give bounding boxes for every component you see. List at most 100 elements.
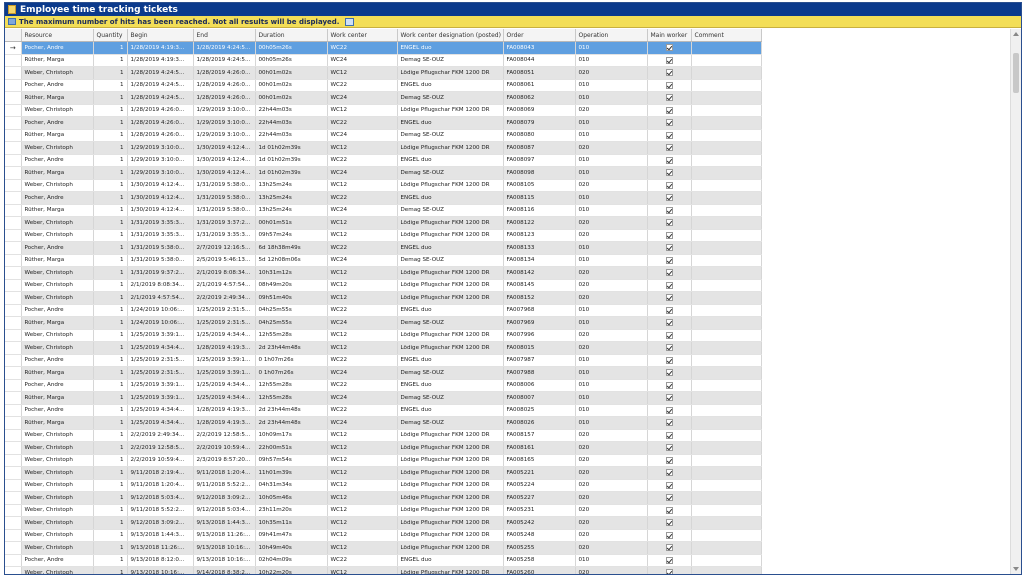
main-worker-checkbox[interactable] [665, 306, 673, 314]
cell-quantity[interactable]: 1 [93, 166, 128, 180]
cell-comment[interactable] [691, 316, 762, 330]
cell-quantity[interactable]: 1 [93, 179, 128, 192]
cell-order[interactable]: FA008080 [503, 129, 576, 142]
cell-begin[interactable]: 2/2/2019 12:58:5... [127, 441, 194, 455]
cell-quantity[interactable]: 1 [93, 541, 128, 555]
cell-resource[interactable]: Weber, Christoph [21, 141, 94, 155]
cell-resource[interactable]: Weber, Christoph [21, 229, 94, 242]
cell-designation[interactable]: Demag SE-OUZ [397, 366, 504, 380]
cell-designation[interactable]: ENGEL duo [397, 379, 504, 392]
row-indicator[interactable] [5, 179, 22, 192]
row-indicator[interactable] [5, 504, 22, 517]
cell-order[interactable]: FA005255 [503, 541, 576, 555]
main-worker-checkbox[interactable] [665, 369, 673, 377]
cell-designation[interactable]: Lödige Pflugschar FKM 1200 DR [397, 466, 504, 480]
cell-operation[interactable]: 010 [575, 91, 648, 105]
cell-comment[interactable] [691, 341, 762, 355]
cell-operation[interactable]: 010 [575, 79, 648, 92]
cell-duration[interactable]: 12h55m28s [255, 329, 328, 342]
cell-end[interactable]: 1/29/2019 3:10:0... [193, 116, 256, 130]
cell-work-center[interactable]: WC24 [327, 254, 398, 267]
cell-resource[interactable]: Pocher, Andre [21, 241, 94, 255]
cell-begin[interactable]: 9/13/2018 8:12:0... [127, 554, 194, 567]
cell-order[interactable]: FA007987 [503, 354, 576, 367]
cell-quantity[interactable]: 1 [93, 366, 128, 380]
cell-begin[interactable]: 2/1/2019 4:57:54... [127, 291, 194, 305]
cell-resource[interactable]: Weber, Christoph [21, 429, 94, 442]
main-worker-checkbox[interactable] [665, 569, 673, 574]
cell-duration[interactable]: 10h49m40s [255, 541, 328, 555]
cell-begin[interactable]: 9/11/2018 5:52:2... [127, 504, 194, 517]
cell-comment[interactable] [691, 79, 762, 92]
cell-designation[interactable]: Lödige Pflugschar FKM 1200 DR [397, 516, 504, 530]
cell-begin[interactable]: 1/31/2019 3:35:3... [127, 229, 194, 242]
cell-quantity[interactable]: 1 [93, 341, 128, 355]
cell-begin[interactable]: 1/30/2019 4:12:4... [127, 204, 194, 217]
cell-duration[interactable]: 00h01m02s [255, 91, 328, 105]
main-worker-checkbox[interactable] [665, 69, 673, 77]
main-worker-checkbox[interactable] [665, 94, 673, 102]
cell-end[interactable]: 1/31/2019 5:38:0... [193, 179, 256, 192]
cell-work-center[interactable]: WC22 [327, 379, 398, 392]
cell-resource[interactable]: Weber, Christoph [21, 341, 94, 355]
cell-quantity[interactable]: 1 [93, 141, 128, 155]
cell-resource[interactable]: Weber, Christoph [21, 279, 94, 292]
cell-begin[interactable]: 2/2/2019 10:59:4... [127, 454, 194, 467]
cell-comment[interactable] [691, 66, 762, 80]
cell-begin[interactable]: 9/12/2018 3:09:2... [127, 516, 194, 530]
cell-resource[interactable]: Weber, Christoph [21, 541, 94, 555]
cell-work-center[interactable]: WC12 [327, 466, 398, 480]
cell-designation[interactable]: Lödige Pflugschar FKM 1200 DR [397, 454, 504, 467]
cell-resource[interactable]: Weber, Christoph [21, 491, 94, 505]
row-indicator[interactable] [5, 254, 22, 267]
cell-designation[interactable]: Demag SE-OUZ [397, 316, 504, 330]
cell-order[interactable]: FA007968 [503, 304, 576, 317]
cell-comment[interactable] [691, 54, 762, 67]
cell-begin[interactable]: 1/28/2019 4:19:3... [127, 54, 194, 67]
main-worker-checkbox[interactable] [665, 81, 673, 89]
table-row[interactable]: Weber, Christoph 1 1/31/2019 3:35:3... 1/31… [5, 229, 762, 242]
main-worker-checkbox[interactable] [665, 494, 673, 502]
cell-operation[interactable]: 020 [575, 341, 648, 355]
table-row[interactable]: Weber, Christoph 1 1/31/2019 3:35:3... 1/31… [5, 216, 762, 230]
row-indicator[interactable] [5, 366, 22, 380]
cell-designation[interactable]: Lödige Pflugschar FKM 1200 DR [397, 441, 504, 455]
cell-resource[interactable]: Weber, Christoph [21, 529, 94, 542]
cell-order[interactable]: FA008044 [503, 54, 576, 67]
main-worker-checkbox[interactable] [665, 169, 673, 177]
cell-operation[interactable]: 020 [575, 141, 648, 155]
cell-order[interactable]: FA008116 [503, 204, 576, 217]
cell-work-center[interactable]: WC22 [327, 154, 398, 167]
cell-designation[interactable]: Lödige Pflugschar FKM 1200 DR [397, 291, 504, 305]
cell-duration[interactable]: 13h25m24s [255, 179, 328, 192]
cell-operation[interactable]: 020 [575, 279, 648, 292]
main-worker-checkbox[interactable] [665, 456, 673, 464]
cell-begin[interactable]: 9/11/2018 2:19:4... [127, 466, 194, 480]
cell-end[interactable]: 1/31/2019 3:35:3... [193, 229, 256, 242]
cell-designation[interactable]: ENGEL duo [397, 354, 504, 367]
cell-begin[interactable]: 1/25/2019 4:34:4... [127, 341, 194, 355]
cell-begin[interactable]: 1/31/2019 9:37:2... [127, 266, 194, 280]
cell-comment[interactable] [691, 354, 762, 367]
cell-duration[interactable]: 00h05m26s [255, 54, 328, 67]
main-worker-checkbox[interactable] [665, 131, 673, 139]
cell-resource[interactable]: Pocher, Andre [21, 304, 94, 317]
cell-quantity[interactable]: 1 [93, 479, 128, 492]
cell-end[interactable]: 2/7/2019 12:16:5... [193, 241, 256, 255]
main-worker-checkbox[interactable] [665, 381, 673, 389]
table-row[interactable]: Weber, Christoph 1 2/1/2019 4:57:54... 2/2/… [5, 291, 762, 305]
cell-resource[interactable]: Weber, Christoph [21, 66, 94, 80]
cell-quantity[interactable]: 1 [93, 329, 128, 342]
cell-comment[interactable] [691, 116, 762, 130]
cell-work-center[interactable]: WC12 [327, 216, 398, 230]
cell-work-center[interactable]: WC12 [327, 566, 398, 574]
cell-resource[interactable]: Weber, Christoph [21, 291, 94, 305]
row-indicator[interactable] [5, 204, 22, 217]
row-indicator[interactable] [5, 491, 22, 505]
row-indicator[interactable] [5, 479, 22, 492]
cell-begin[interactable]: 1/25/2019 3:39:1... [127, 391, 194, 405]
row-indicator[interactable] [5, 229, 22, 242]
cell-order[interactable]: FA008152 [503, 291, 576, 305]
cell-end[interactable]: 1/25/2019 2:31:5... [193, 304, 256, 317]
cell-begin[interactable]: 1/30/2019 4:12:4... [127, 179, 194, 192]
